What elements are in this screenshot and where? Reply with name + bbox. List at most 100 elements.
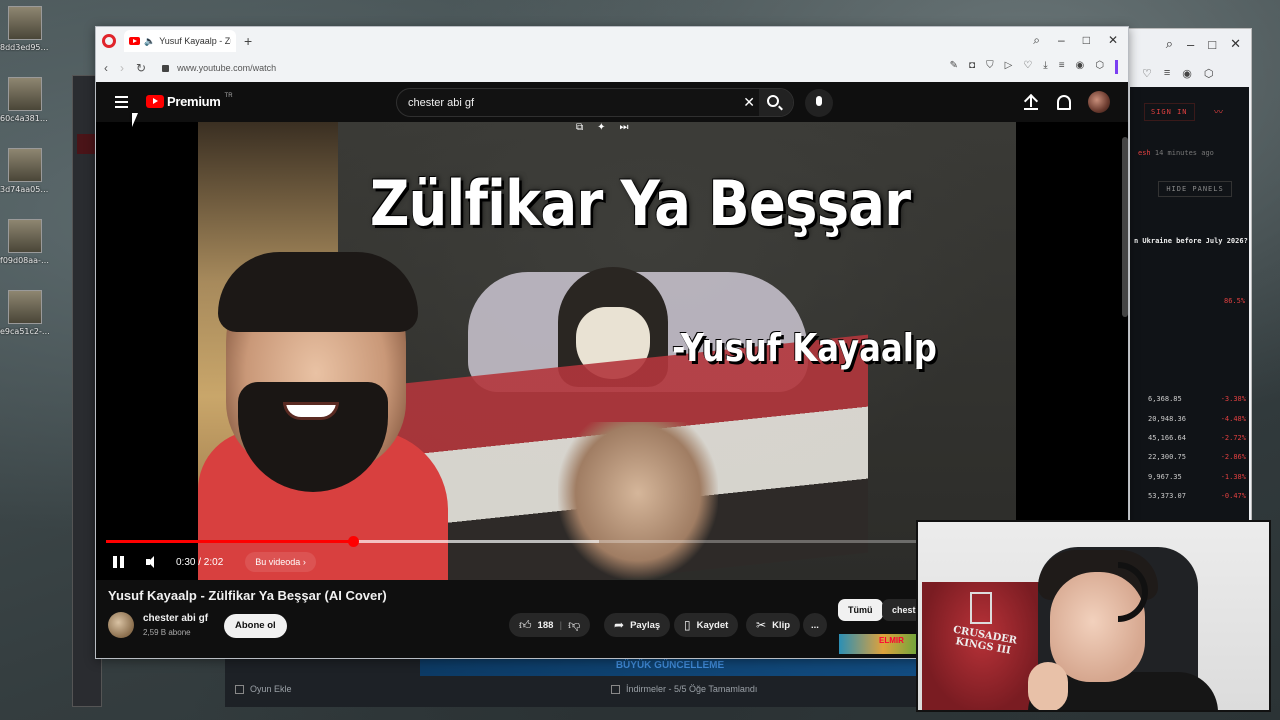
maximize-icon[interactable]: □ <box>1208 37 1216 52</box>
recommended-thumbnail[interactable]: ELMIR <box>839 634 919 654</box>
search-button[interactable] <box>759 89 793 116</box>
chapter-label: Bu videoda <box>255 557 301 567</box>
thumbs-up-icon: 👍︎ <box>519 617 532 632</box>
image-thumbnail <box>8 148 42 182</box>
list-icon[interactable]: ≡ <box>1164 67 1170 79</box>
skip-icon[interactable]: ⏭ <box>620 122 629 133</box>
desktop-file-icon[interactable]: f09d08aa-b... <box>0 219 50 265</box>
poster-text: CRUSADER KINGS III <box>943 623 1026 659</box>
scissors-icon: ✂ <box>756 618 767 632</box>
progress-scrubber[interactable] <box>347 536 359 547</box>
channel-avatar[interactable] <box>108 612 134 638</box>
ticker-value: 6,368.85 <box>1148 395 1182 403</box>
clear-search-icon[interactable]: ✕ <box>743 94 755 111</box>
thumbs-down-icon[interactable]: 👎︎ <box>568 618 580 633</box>
market-question: n Ukraine before July 2026? <box>1134 237 1248 245</box>
tab-bar: 🔈 Yusuf Kayaalp - Zülfik + ⌕ – □ ✕ <box>96 27 1128 55</box>
background-launcher-window[interactable]: BÜYÜK GÜNCELLEME Oyun Ekle İndirmeler - … <box>225 655 925 707</box>
share-button[interactable]: ➦ Paylaş <box>604 613 671 637</box>
play-icon[interactable]: ▷ <box>1005 60 1013 74</box>
list-icon[interactable]: ≡ <box>1059 60 1065 74</box>
shield-icon[interactable]: ⛉ <box>986 60 994 74</box>
search-box[interactable]: chester abi gf ✕ <box>396 88 794 117</box>
speaker-icon[interactable]: 🔈 <box>144 36 155 47</box>
miniplayer-icon[interactable]: ⧉ <box>576 122 583 133</box>
downloads-status[interactable]: İndirmeler - 5/5 Öğe Tamamlandı <box>611 684 757 694</box>
ticker-change: -2.86% <box>1220 453 1246 461</box>
back-icon[interactable]: ‹ <box>104 61 108 75</box>
desktop-file-icon[interactable]: 8dd3ed95-f... <box>0 6 50 52</box>
heart-icon[interactable]: ♡ <box>1142 67 1152 80</box>
opera-logo-icon[interactable] <box>102 34 116 48</box>
volume-icon[interactable] <box>146 556 158 568</box>
save-button[interactable]: ▯ Kaydet <box>674 613 739 637</box>
like-button[interactable]: 👍︎ 188 | 👎︎ <box>509 613 591 637</box>
refresh-time: 14 minutes ago <box>1154 149 1214 157</box>
search-input[interactable]: chester abi gf <box>408 97 474 109</box>
channel-name[interactable]: chester abi gf <box>143 613 208 624</box>
camera-icon[interactable]: ◘ <box>969 60 975 74</box>
minimize-icon[interactable]: – <box>1058 33 1065 48</box>
ticker-change: -4.48% <box>1220 415 1246 423</box>
progress-played <box>106 540 353 543</box>
save-label: Kaydet <box>696 619 729 631</box>
add-game-button[interactable]: Oyun Ekle <box>235 684 292 694</box>
voice-search-mic-icon[interactable] <box>805 89 833 117</box>
search-tabs-icon[interactable]: ⌕ <box>1033 33 1040 48</box>
progress-bar[interactable] <box>106 536 1006 547</box>
url-field[interactable]: www.youtube.com/watch <box>162 63 276 73</box>
heart-icon[interactable]: ♡ <box>1023 60 1032 74</box>
youtube-premium-logo[interactable]: Premium TR <box>146 93 233 109</box>
like-count: 188 <box>537 619 554 631</box>
video-title: Yusuf Kayaalp - Zülfikar Ya Beşşar (AI C… <box>108 588 387 603</box>
chapter-button[interactable]: Bu videoda › <box>245 552 316 572</box>
tab-youtube[interactable]: 🔈 Yusuf Kayaalp - Zülfik <box>124 30 236 52</box>
account-avatar[interactable] <box>1088 91 1110 113</box>
reload-icon[interactable]: ↻ <box>136 61 146 75</box>
refresh-meta: esh 14 minutes ago <box>1138 149 1214 157</box>
youtube-header: Premium TR chester abi gf ✕ <box>96 82 1128 122</box>
video-player[interactable]: Zülfikar Ya Beşşar -Yusuf Kayaalp ⧉ ✦ ⏭ … <box>96 122 1128 580</box>
download-icon[interactable]: ⤓ <box>1043 60 1047 74</box>
profile-icon[interactable]: ◉ <box>1076 60 1085 74</box>
sparkle-icon[interactable]: ✦ <box>597 122 605 133</box>
activity-icon[interactable]: 〰 <box>1214 105 1223 118</box>
maximize-icon[interactable]: □ <box>1083 33 1090 48</box>
edit-icon[interactable]: ✎ <box>950 60 958 74</box>
desktop-file-icon[interactable]: 60c4a381-c... <box>0 77 50 123</box>
clip-button[interactable]: ✂ Klip <box>746 613 801 637</box>
update-banner[interactable]: BÜYÜK GÜNCELLEME <box>420 656 920 676</box>
more-actions-button[interactable]: ... <box>803 613 827 637</box>
address-bar: ‹ › ↻ www.youtube.com/watch ✎ ◘ ⛉ ▷ ♡ ⤓ … <box>96 55 1128 81</box>
desktop-file-icon[interactable]: e9ca51c2-c... <box>0 290 50 336</box>
ticker-change: -1.38% <box>1220 473 1246 481</box>
tab-title: Yusuf Kayaalp - Zülfik <box>159 36 231 46</box>
page-scrollbar[interactable] <box>1122 137 1128 317</box>
pause-icon[interactable] <box>113 556 124 568</box>
ticker-row: 45,166.64 -2.72% <box>1148 434 1246 442</box>
filter-chip-all[interactable]: Tümü <box>838 599 883 621</box>
ticker-row: 53,373.07 -0.47% <box>1148 492 1246 500</box>
minimize-icon[interactable]: – <box>1187 37 1194 52</box>
sign-in-button[interactable]: SIGN IN <box>1144 103 1195 121</box>
hide-panels-button[interactable]: HIDE PANELS <box>1158 181 1232 197</box>
game-poster: CRUSADER KINGS III <box>922 582 1042 710</box>
forward-icon[interactable]: › <box>120 61 124 75</box>
hamburger-menu-icon[interactable] <box>115 96 128 111</box>
extension-icon[interactable]: ⬡ <box>1204 67 1214 80</box>
upload-icon[interactable] <box>1024 94 1038 110</box>
dashboard-panel: SIGN IN 〰 esh 14 minutes ago HIDE PANELS… <box>1130 87 1249 522</box>
profile-icon[interactable]: ◉ <box>1182 67 1192 80</box>
subscribe-button[interactable]: Abone ol <box>224 614 287 638</box>
close-icon[interactable]: ✕ <box>1108 33 1118 48</box>
notifications-bell-icon[interactable] <box>1056 94 1071 110</box>
ticker-row: 9,967.35 -1.38% <box>1148 473 1246 481</box>
new-tab-button[interactable]: + <box>244 33 252 49</box>
search-icon[interactable]: ⌕ <box>1166 36 1173 52</box>
mouse-cursor <box>132 113 138 127</box>
close-icon[interactable]: ✕ <box>1230 36 1241 52</box>
background-browser-window-right[interactable]: ⌕ – □ ✕ ♡ ≡ ◉ ⬡ SIGN IN 〰 esh 14 minutes… <box>1125 28 1252 523</box>
downloads-label: İndirmeler - 5/5 Öğe Tamamlandı <box>626 684 758 694</box>
extension-icon[interactable]: ⬡ <box>1095 60 1104 74</box>
desktop-file-icon[interactable]: 3d74aa05-a... <box>0 148 50 194</box>
